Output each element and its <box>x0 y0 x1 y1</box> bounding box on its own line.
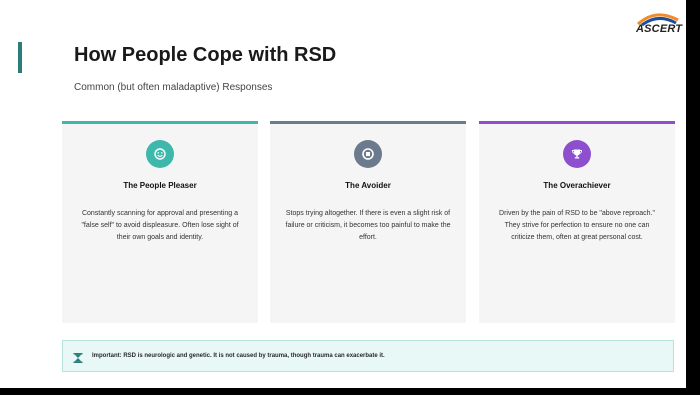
card-title: The Avoider <box>345 181 391 190</box>
ascert-logo: ASCERT <box>634 10 682 40</box>
card-people-pleaser: The People Pleaser Constantly scanning f… <box>62 121 258 323</box>
notice-text: Important: RSD is neurologic and genetic… <box>92 353 385 359</box>
page-subtitle: Common (but often maladaptive) Responses <box>74 82 273 93</box>
card-title: The People Pleaser <box>123 181 197 190</box>
trophy-icon <box>563 140 591 168</box>
card-description: Stops trying altogether. If there is eve… <box>285 210 451 241</box>
stop-circle-icon <box>354 140 382 168</box>
card-overachiever: The Overachiever Driven by the pain of R… <box>479 121 675 323</box>
smile-icon <box>146 140 174 168</box>
card-title: The Overachiever <box>543 181 611 190</box>
hourglass-icon <box>72 351 84 363</box>
card-top-border <box>270 121 466 124</box>
important-notice: Important: RSD is neurologic and genetic… <box>62 340 674 372</box>
card-top-border <box>62 121 258 124</box>
card-description: Driven by the pain of RSD to be "above r… <box>499 210 655 241</box>
title-accent-bar <box>18 42 22 73</box>
logo-text: ASCERT <box>636 23 683 35</box>
card-avoider: The Avoider Stops trying altogether. If … <box>270 121 466 323</box>
card-top-border <box>479 121 675 124</box>
card-description: Constantly scanning for approval and pre… <box>81 210 239 241</box>
slide: How People Cope with RSD Common (but oft… <box>0 0 686 388</box>
page-title: How People Cope with RSD <box>74 44 337 66</box>
